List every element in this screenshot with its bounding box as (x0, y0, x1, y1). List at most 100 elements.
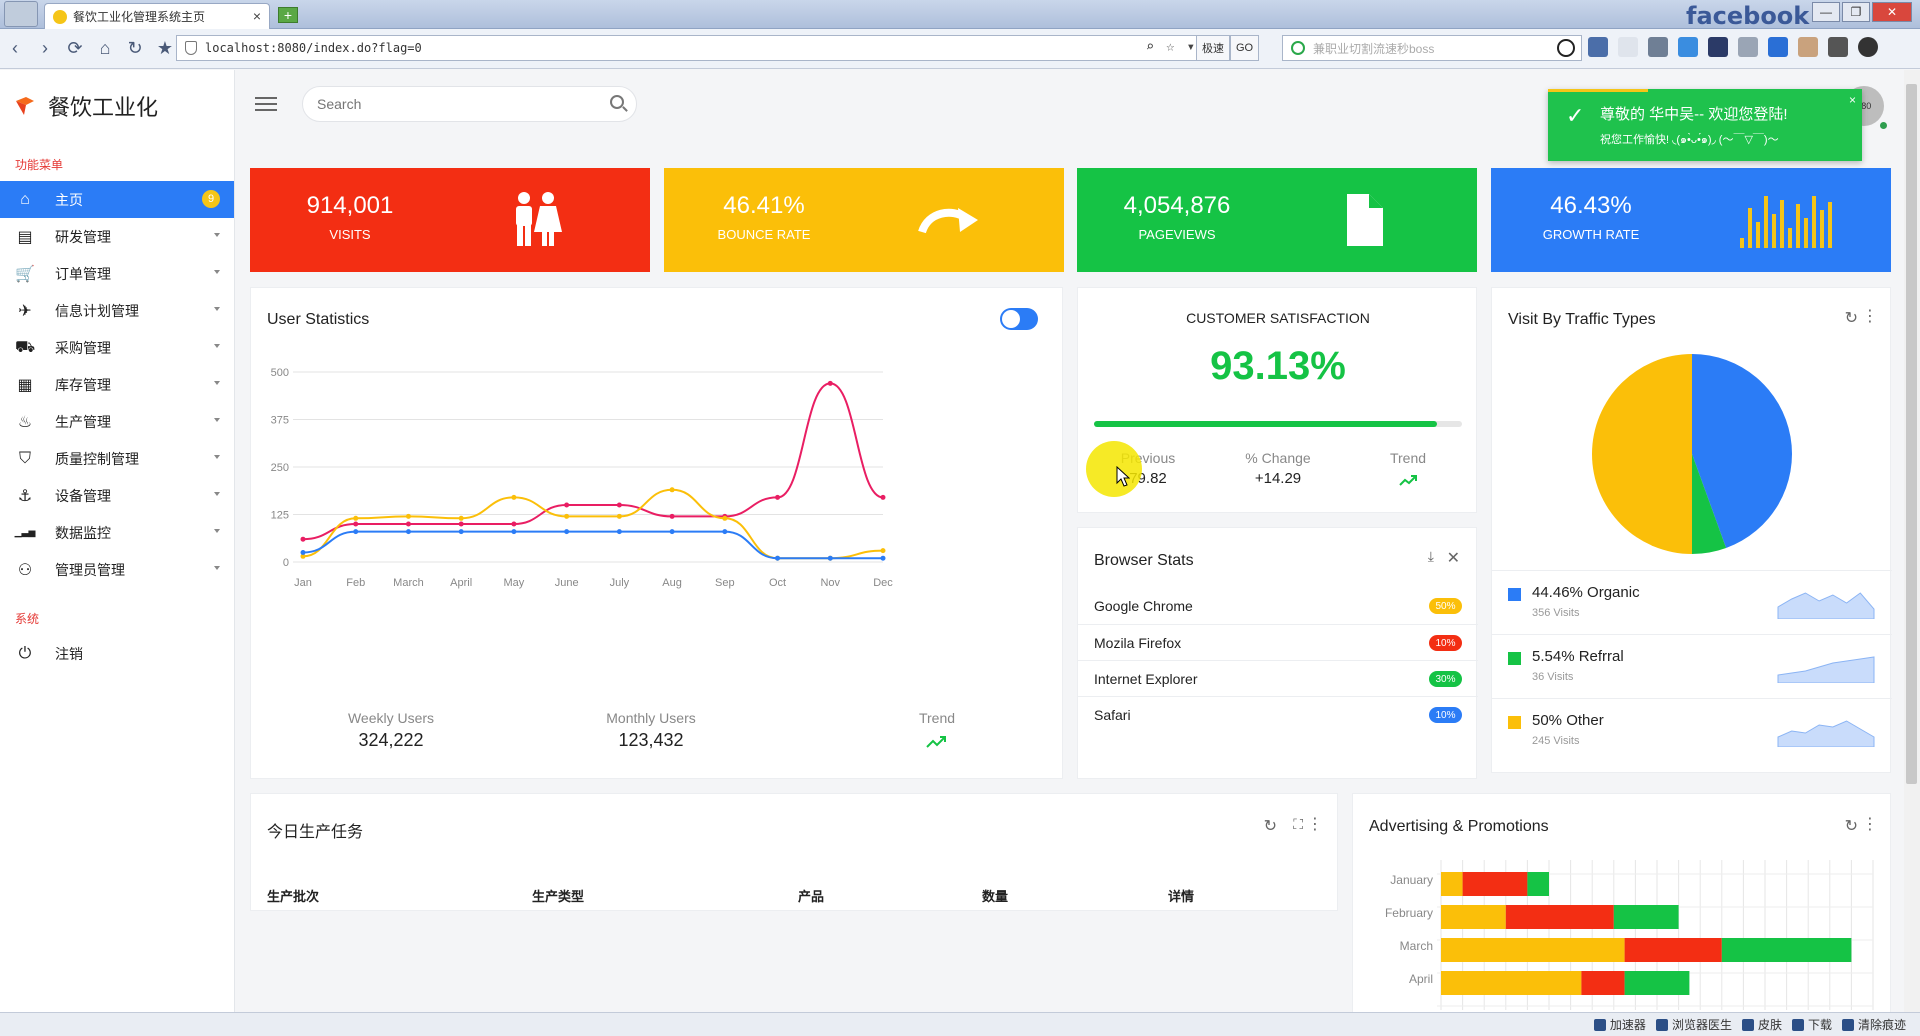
stat-label: % Change (1245, 450, 1311, 466)
favorite-icon[interactable]: ☆ (1166, 39, 1174, 55)
more-vert-icon[interactable]: ⋮ (1862, 306, 1878, 326)
bar-segment (1441, 872, 1463, 896)
x-tick-label: June (555, 577, 579, 589)
refresh-icon[interactable]: ↻ (120, 34, 150, 64)
close-icon[interactable]: ✕ (1447, 548, 1460, 568)
extension-icon[interactable] (1738, 37, 1758, 57)
line-chart: 0 125 250 375 500 Jan Feb March April May June July… (271, 367, 894, 589)
traffic-row: 44.46% Organic 356 Visits (1492, 570, 1892, 634)
extension-icon[interactable] (1678, 37, 1698, 57)
extension-icon[interactable] (1588, 37, 1608, 57)
data-point (616, 513, 622, 519)
browser-profile-avatar[interactable] (4, 1, 38, 27)
speed-mode-label[interactable]: 极速 (1196, 35, 1230, 61)
bar-segment (1624, 938, 1722, 962)
kpi-card-visits: 914,001 VISITS (250, 168, 650, 272)
tab-close-icon[interactable]: × (253, 8, 261, 24)
scrollbar-thumb[interactable] (1906, 84, 1917, 784)
statusbar-label: 皮肤 (1757, 1018, 1782, 1032)
refresh-icon[interactable]: ↻ (1845, 308, 1858, 328)
sidebar-item-label: 研发管理 (55, 228, 111, 245)
traffic-visits: 36 Visits (1532, 671, 1574, 683)
x-tick-label: April (450, 577, 472, 589)
refresh-icon[interactable]: ↻ (1845, 816, 1858, 836)
go-button[interactable]: GO (1230, 35, 1260, 61)
satisfaction-progress-track (1094, 421, 1462, 427)
statusbar-item[interactable]: 加速器 (1593, 1016, 1646, 1033)
brand[interactable]: 餐饮工业化 (0, 70, 234, 142)
browser-stats-panel: Browser Stats ⤓ ✕ Google Chrome 50% Mozila… (1077, 527, 1478, 779)
traffic-types-panel: Visit By Traffic Types ↻ ⋮ 44.46% Organi… (1491, 287, 1892, 773)
sidebar-item-6[interactable]: ♨ 生产管理 (0, 403, 234, 440)
sidebar-item-9[interactable]: ▁▃▅ 数据监控 (0, 514, 234, 551)
search-icon[interactable] (1557, 39, 1575, 57)
browser-tab-active[interactable]: 餐饮工业化管理系统主页 × (44, 3, 270, 29)
satisfaction-progress-fill (1094, 421, 1437, 427)
kpi-label: GROWTH RATE (1542, 227, 1640, 242)
sidebar-item-1[interactable]: ▤ 研发管理 (0, 218, 234, 255)
statusbar-label: 浏览器医生 (1671, 1018, 1732, 1032)
home-icon[interactable]: ⌂ (90, 34, 120, 64)
more-vert-icon[interactable]: ⋮ (1862, 814, 1878, 834)
statusbar-item[interactable]: 下载 (1791, 1016, 1832, 1033)
extension-icon[interactable] (1708, 37, 1728, 57)
sidebar-item-4[interactable]: ⛟ 采购管理 (0, 329, 234, 366)
extension-icon[interactable] (1768, 37, 1788, 57)
download-icon[interactable]: ⤓ (1428, 548, 1434, 565)
address-bar[interactable]: localhost:8080/index.do?flag=0 ⌕ ☆ ▾ (176, 35, 1200, 61)
trend-up-icon (1399, 475, 1417, 486)
browser-stat-row: Google Chrome 50% (1078, 588, 1478, 624)
settings-gear-icon[interactable] (1858, 37, 1878, 57)
close-window-button[interactable]: ✕ (1872, 2, 1912, 22)
browser-name: Safari (1094, 706, 1131, 723)
bar-segment (1441, 971, 1582, 995)
dropdown-icon[interactable]: ▾ (1187, 39, 1195, 55)
search-icon[interactable] (610, 95, 624, 109)
statusbar-item[interactable]: 浏览器医生 (1655, 1016, 1732, 1033)
reload-tabs-icon[interactable]: ⟳ (60, 34, 90, 64)
more-vert-icon[interactable]: ⋮ (1307, 814, 1323, 834)
notification-badge: 9 (202, 190, 220, 208)
truck-icon: ⛟ (14, 338, 36, 356)
data-point (827, 380, 833, 386)
kpi-label: BOUNCE RATE (717, 227, 811, 242)
fullscreen-icon[interactable]: ⛶ (1293, 816, 1303, 833)
minimize-button[interactable]: — (1812, 2, 1840, 22)
refresh-icon[interactable]: ↻ (1264, 816, 1277, 836)
sidebar-item-0[interactable]: ⌂ 主页 9 (0, 181, 234, 218)
bar-segment (1624, 971, 1690, 995)
browser-stat-row: Mozila Firefox 10% (1078, 624, 1478, 660)
search-input[interactable] (302, 86, 637, 122)
sidebar-item-5[interactable]: ▦ 库存管理 (0, 366, 234, 403)
toggle-switch[interactable] (1000, 308, 1038, 330)
sidebar-item-7[interactable]: ⛉ 质量控制管理 (0, 440, 234, 477)
back-icon[interactable]: ‹ (0, 34, 30, 64)
speed-mode-toggle[interactable]: 极速 GO (1196, 35, 1260, 61)
bar-segment (1441, 905, 1506, 929)
new-tab-button[interactable]: + (278, 7, 298, 23)
browser-search-box[interactable]: 兼职业切割流速秒boss (1282, 35, 1582, 61)
extension-icon[interactable] (1648, 37, 1668, 57)
pie-chart (1592, 354, 1792, 554)
percent-badge: 50% (1429, 598, 1462, 614)
maximize-button[interactable]: ❐ (1842, 2, 1870, 22)
cursor-highlight (1086, 441, 1142, 497)
extension-icon[interactable] (1618, 37, 1638, 57)
extension-icon[interactable] (1798, 37, 1818, 57)
sidebar-item-3[interactable]: ✈ 信息计划管理 (0, 292, 234, 329)
forward-icon[interactable]: › (30, 34, 60, 64)
y-tick-label: 125 (271, 510, 289, 522)
extension-icon[interactable] (1828, 37, 1848, 57)
menu-toggle-icon[interactable] (255, 97, 277, 113)
toast-close-button[interactable]: × (1849, 93, 1856, 107)
statusbar-item[interactable]: 清除痕迹 (1841, 1016, 1906, 1033)
data-point (722, 515, 728, 521)
sidebar-item-10[interactable]: ⚇ 管理员管理 (0, 551, 234, 588)
table-header-cell: 生产类型 (532, 889, 585, 904)
sidebar-item-8[interactable]: ⚓ 设备管理 (0, 477, 234, 514)
traffic-row: 5.54% Refrral 36 Visits (1492, 634, 1892, 698)
sidebar-item-2[interactable]: 🛒 订单管理 (0, 255, 234, 292)
sidebar-item-logout[interactable]: ⏻ 注销 (0, 635, 234, 672)
zoom-icon[interactable]: ⌕ (1146, 39, 1154, 55)
statusbar-item[interactable]: 皮肤 (1741, 1016, 1782, 1033)
